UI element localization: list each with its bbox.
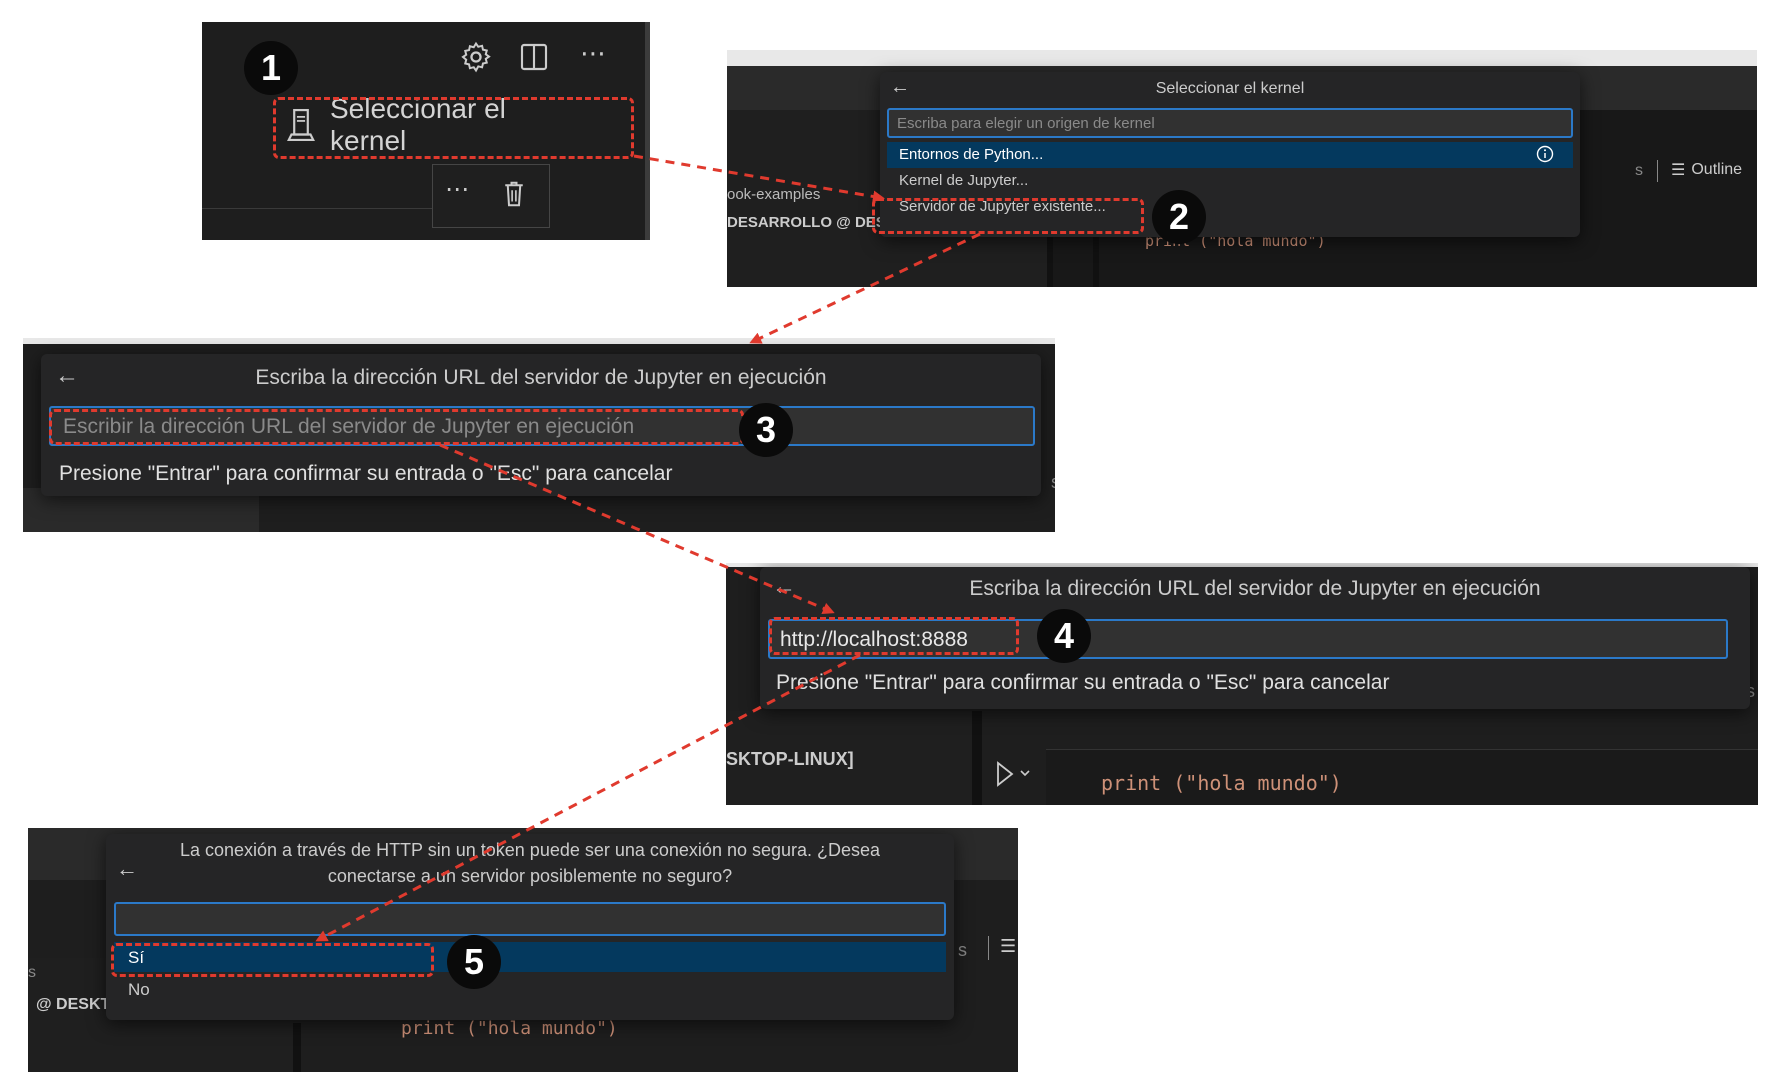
cell-more-icon[interactable]: ⋯ bbox=[445, 175, 469, 204]
option-no[interactable]: No bbox=[128, 980, 150, 1000]
step-badge-4: 4 bbox=[1037, 609, 1091, 663]
panel-right-edge bbox=[645, 22, 650, 240]
divider bbox=[202, 208, 432, 209]
trash-icon[interactable] bbox=[501, 179, 527, 209]
split-editor-icon[interactable] bbox=[518, 41, 550, 73]
quickpick-title: Escriba la dirección URL del servidor de… bbox=[969, 577, 1541, 600]
step-badge-5: 5 bbox=[447, 935, 501, 989]
code-line: print ("hola mundo") bbox=[1101, 771, 1342, 795]
tab-fragment: s bbox=[958, 940, 967, 960]
list-icon[interactable]: ☰ bbox=[1000, 936, 1016, 957]
annotation-box-1 bbox=[273, 97, 634, 159]
gutter bbox=[293, 1023, 301, 1072]
outline-label: Outline bbox=[1691, 161, 1743, 178]
outline-button[interactable]: ☰ Outline bbox=[1671, 160, 1742, 180]
input-hint: Presione "Entrar" para confirmar su entr… bbox=[59, 462, 673, 485]
more-actions-icon[interactable]: ⋯ bbox=[576, 38, 610, 72]
annotation-box-4 bbox=[769, 617, 1019, 655]
quickpick-title-line1: La conexión a través de HTTP sin un toke… bbox=[179, 840, 881, 860]
quickpick-title: Seleccionar el kernel bbox=[1155, 80, 1305, 97]
code-text: print ("hola mundo") bbox=[401, 1018, 618, 1039]
explorer-folder-label: ook-examples bbox=[727, 186, 821, 203]
explorer-root-label: SKTOP-LINUX] bbox=[726, 749, 854, 769]
list-icon: ☰ bbox=[1671, 162, 1686, 179]
kernel-source-placeholder: Escriba para elegir un origen de kernel bbox=[897, 115, 1155, 132]
info-icon[interactable] bbox=[1535, 144, 1555, 164]
annotation-box-3 bbox=[49, 409, 744, 445]
step-badge-3: 3 bbox=[739, 403, 793, 457]
top-strip bbox=[727, 50, 1757, 66]
panel-step4: SKTOP-LINUX] print ("hola mundo") s ← Es… bbox=[726, 563, 1758, 805]
panel-step2: ook-examples DESARROLLO @ DESKT print ("… bbox=[727, 50, 1757, 287]
explorer-fragment: s bbox=[28, 964, 36, 981]
top-strip bbox=[23, 338, 1055, 344]
step-badge-2: 2 bbox=[1152, 190, 1206, 244]
quickpick-title-line2: conectarse a un servidor posiblemente no… bbox=[327, 866, 733, 886]
gutter2 bbox=[1093, 230, 1099, 287]
code-line: print ("hola mundo") bbox=[401, 1018, 618, 1039]
toolbar-separator bbox=[988, 936, 989, 960]
gutter bbox=[972, 711, 982, 805]
code-text: print ("hola mundo") bbox=[1101, 771, 1342, 795]
annotation-box-5 bbox=[111, 943, 434, 977]
option-python-envs-label: Entornos de Python... bbox=[899, 146, 1044, 163]
step-badge-1: 1 bbox=[244, 41, 298, 95]
option-python-envs[interactable]: Entornos de Python... bbox=[887, 142, 1573, 168]
tab-fragment: s bbox=[1635, 162, 1643, 179]
option-jupyter-kernel[interactable]: Kernel de Jupyter... bbox=[899, 172, 1028, 189]
quickpick-title: Escriba la dirección URL del servidor de… bbox=[255, 366, 827, 389]
input-hint: Presione "Entrar" para confirmar su entr… bbox=[776, 671, 1390, 694]
toolbar-separator bbox=[1657, 160, 1658, 182]
explorer-root-label: @ DESKT bbox=[36, 996, 111, 1013]
gear-icon[interactable] bbox=[459, 40, 493, 74]
kernel-source-input[interactable]: Escriba para elegir un origen de kernel bbox=[887, 108, 1573, 138]
annotation-box-2 bbox=[872, 198, 1144, 234]
cell-toolbar: ⋯ bbox=[432, 164, 550, 228]
quickpick-insecure-confirm: ← La conexión a través de HTTP sin un to… bbox=[106, 834, 954, 1020]
confirm-input[interactable] bbox=[114, 902, 946, 936]
tab-fragment: s bbox=[1051, 472, 1055, 493]
run-cell-button[interactable] bbox=[994, 759, 1034, 789]
